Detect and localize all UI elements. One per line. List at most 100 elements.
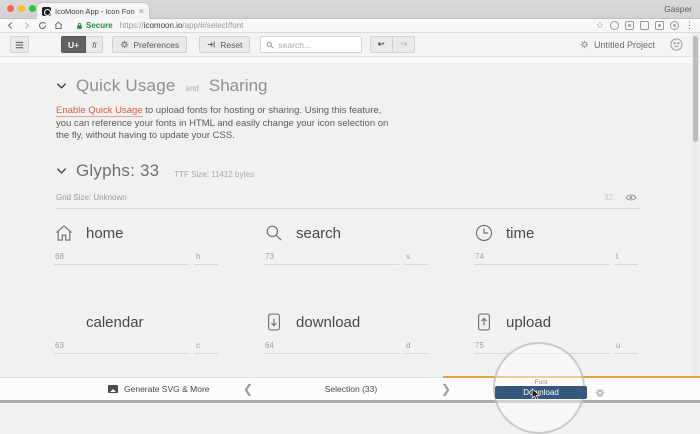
glyph-ligature-input[interactable]: s	[404, 252, 428, 265]
history-buttons	[370, 36, 415, 53]
browser-address-bar: Secure https://icomoon.io/app/#/select/f…	[0, 19, 700, 33]
glyph-code-input[interactable]: 64	[264, 341, 399, 354]
glyph-cell-download[interactable]: download 64 d	[250, 311, 460, 354]
unicode-mode-button[interactable]: U+	[61, 36, 86, 53]
glyph-name: calendar	[86, 314, 144, 331]
quick-usage-description: Enable Quick Usage to upload fonts for h…	[56, 105, 396, 143]
chevron-down-icon	[56, 167, 67, 175]
gear-icon[interactable]	[595, 388, 605, 398]
glyph-cell-search[interactable]: search 73 s	[250, 222, 460, 265]
icomoon-toolbar: U+ fi Preferences Reset Untitled Project	[0, 33, 700, 57]
preferences-button[interactable]: Preferences	[112, 36, 187, 53]
hamburger-icon	[15, 41, 24, 49]
url-text[interactable]: https://icomoon.io/app/#/select/font	[120, 21, 244, 30]
glyph-ligature-input[interactable]: t	[614, 252, 638, 265]
extension-icon[interactable]	[655, 21, 664, 30]
quick-usage-section-header[interactable]: Quick Usage and Sharing	[56, 76, 693, 96]
browser-menu-dots-icon[interactable]: ⋮	[685, 21, 694, 30]
reset-icon	[207, 40, 216, 49]
font-download-section: Font Download	[443, 378, 700, 400]
grid-size-value[interactable]: 32	[604, 193, 613, 202]
glyphs-count-title: Glyphs: 33	[76, 161, 159, 181]
glyph-name: home	[86, 225, 124, 242]
minimize-window-button[interactable]	[18, 5, 25, 12]
search-icon	[266, 41, 274, 49]
glyph-name: search	[296, 225, 341, 242]
browser-profile-name[interactable]: Gasper	[664, 4, 692, 14]
padlock-icon[interactable]	[76, 22, 83, 30]
glyph-ligature-input[interactable]: d	[404, 341, 428, 354]
extension-icon[interactable]	[610, 21, 619, 30]
quick-usage-title: Quick Usage	[76, 76, 176, 96]
project-menu[interactable]: Untitled Project	[580, 40, 655, 50]
glyph-ligature-input[interactable]: c	[194, 341, 218, 354]
glyph-cell-time[interactable]: time 74 t	[460, 222, 670, 265]
glyph-name: time	[506, 225, 534, 242]
tab-title: IcoMoon App - Icon Font, SVG	[55, 7, 135, 16]
glyph-ligature-input[interactable]: h	[194, 252, 218, 265]
main-menu-button[interactable]	[10, 36, 29, 53]
glyph-ligature-input[interactable]: u	[614, 341, 638, 354]
glyphs-section-header[interactable]: Glyphs: 33 TTF Size: 11412 bytes	[56, 161, 693, 181]
glyph-name: download	[296, 314, 360, 331]
search-input[interactable]	[278, 40, 356, 50]
window-controls	[7, 5, 36, 12]
glyph-code-input[interactable]: 63	[54, 341, 189, 354]
browser-tab[interactable]: IcoMoon App - Icon Font, SVG ×	[36, 2, 150, 19]
page-scrollbar[interactable]	[692, 33, 699, 400]
gear-icon	[120, 40, 129, 49]
project-name: Untitled Project	[594, 40, 655, 50]
home-icon	[54, 223, 74, 243]
ligatures-mode-button[interactable]: fi	[86, 36, 103, 53]
generate-svg-button[interactable]: Generate SVG & More	[108, 378, 210, 400]
glyph-cell-home[interactable]: home 68 h	[40, 222, 250, 265]
page-content: Quick Usage and Sharing Enable Quick Usa…	[0, 57, 693, 377]
sharing-title: Sharing	[209, 76, 268, 96]
forward-icon[interactable]	[22, 21, 31, 30]
reload-icon[interactable]	[38, 21, 47, 30]
icomoon-favicon	[42, 7, 51, 16]
home-icon[interactable]	[54, 21, 63, 30]
glyph-cell-upload[interactable]: upload 75 u	[460, 311, 670, 354]
glyph-cell-calendar[interactable]: calendar 63 c	[40, 311, 250, 354]
calendar-icon	[54, 312, 74, 332]
extension-icon[interactable]	[670, 21, 679, 30]
glyph-grid: home 68 h search 73 s	[40, 222, 693, 354]
upload-icon	[474, 312, 494, 332]
footer-bar: Generate SVG & More ❮ Selection (33) ❯ F…	[0, 377, 700, 400]
close-window-button[interactable]	[7, 5, 14, 12]
reset-button[interactable]: Reset	[199, 36, 250, 53]
undo-button[interactable]	[370, 36, 393, 53]
font-label: Font	[495, 379, 587, 386]
glyph-code-input[interactable]: 68	[54, 252, 189, 265]
redo-button[interactable]	[393, 36, 415, 53]
browser-tab-bar: IcoMoon App - Icon Font, SVG × Gasper	[0, 0, 700, 19]
ttf-size-label: TTF Size: 11412 bytes	[174, 170, 254, 179]
feedback-smiley-icon[interactable]	[669, 37, 684, 52]
extension-icon[interactable]	[625, 21, 634, 30]
glyph-code-input[interactable]: 73	[264, 252, 399, 265]
clock-icon	[474, 223, 494, 243]
eye-icon[interactable]	[625, 193, 637, 202]
download-icon	[264, 312, 284, 332]
gear-icon	[580, 40, 589, 49]
download-button[interactable]: Download	[495, 386, 587, 399]
image-icon	[108, 385, 118, 393]
close-tab-icon[interactable]: ×	[139, 7, 144, 16]
glyph-code-input[interactable]: 75	[474, 341, 609, 354]
glyph-code-input[interactable]: 74	[474, 252, 609, 265]
extension-icon[interactable]	[640, 21, 649, 30]
back-icon[interactable]	[6, 21, 15, 30]
code-mode-toggle: U+ fi	[61, 36, 103, 53]
selection-tab[interactable]: Selection (33)	[306, 378, 396, 400]
grid-size-row: Grid Size: Unknown 32	[56, 193, 641, 209]
zoom-window-button[interactable]	[29, 5, 36, 12]
chevron-down-icon	[56, 82, 67, 90]
glyph-search[interactable]	[260, 36, 362, 53]
scrollbar-thumb[interactable]	[693, 36, 698, 142]
search-icon	[264, 223, 284, 243]
bookmark-star-icon[interactable]: ☆	[596, 21, 604, 30]
glyph-name: upload	[506, 314, 551, 331]
chevron-left-icon: ❮	[243, 382, 253, 396]
enable-quick-usage-link[interactable]: Enable Quick Usage	[56, 105, 143, 117]
